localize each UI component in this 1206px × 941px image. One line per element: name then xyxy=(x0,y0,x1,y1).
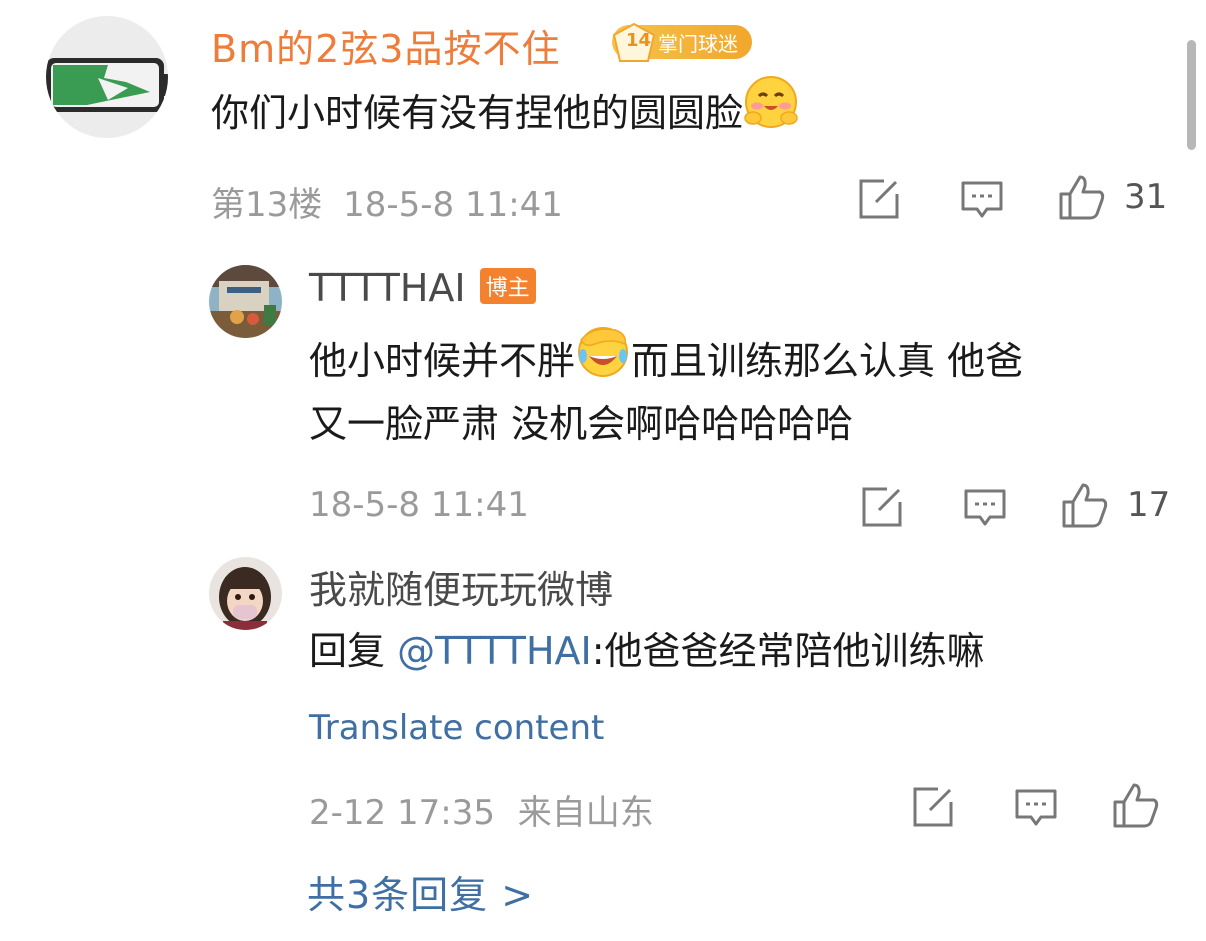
reply-text-part1: 他小时候并不胖 xyxy=(309,339,576,383)
share-edit-icon xyxy=(859,179,899,219)
reply-username-text: TTTTHAI xyxy=(309,266,466,310)
reply-like-button[interactable]: 17 xyxy=(1061,482,1170,528)
reply-datetime: 18-5-8 11:41 xyxy=(309,485,529,525)
reply-username[interactable]: TTTTHAI 博主 xyxy=(309,266,536,310)
reply2-username[interactable]: 我就随便玩玩微博 xyxy=(309,559,613,614)
like-count: 31 xyxy=(1124,177,1168,217)
reply2-datetime: 2-12 17:35 xyxy=(309,793,495,833)
comment-username[interactable]: Bm的2弦3品按不住 xyxy=(211,18,560,73)
reply-text-line2-content: 又一脸严肃 没机会啊哈哈哈哈哈 xyxy=(309,402,854,446)
reply-like-count: 17 xyxy=(1127,485,1171,525)
comment-bubble-icon xyxy=(1015,789,1057,826)
facepalm-laugh-emoji-icon xyxy=(575,322,631,397)
reply2-like-button[interactable] xyxy=(1112,782,1160,828)
reply-repost-button[interactable] xyxy=(861,486,903,528)
reply2-text-content: :他爸爸经常陪他训练嘛 xyxy=(591,629,985,673)
reply2-comment-button[interactable] xyxy=(1014,788,1058,828)
thumbs-up-icon xyxy=(1062,483,1108,528)
comment-meta: 第13楼 18-5-8 11:41 xyxy=(211,177,563,226)
reply-comment-button[interactable] xyxy=(963,488,1007,528)
reply2-repost-button[interactable] xyxy=(912,786,954,828)
reply2-location: 来自山东 xyxy=(517,793,654,833)
mention-link[interactable]: @TTTTHAI xyxy=(397,629,592,673)
comment-bubble-icon xyxy=(961,181,1003,218)
reply-meta: 18-5-8 11:41 xyxy=(309,485,529,525)
reply2-text: 回复 @TTTTHAI:他爸爸经常陪他训练嘛 xyxy=(309,619,985,683)
share-edit-icon xyxy=(913,787,953,827)
fan-level-number: 14 xyxy=(626,30,652,51)
avatar-replier[interactable] xyxy=(209,557,282,630)
floor-number: 第13楼 xyxy=(211,185,323,225)
reply-text-part2: 而且训练那么认真 他爸 xyxy=(631,339,1024,383)
reply-prefix: 回复 xyxy=(309,629,398,673)
comment-text: 你们小时候有没有捏他的圆圆脸 xyxy=(211,76,799,153)
fan-level-badge[interactable]: 14 掌门球迷 xyxy=(612,23,752,62)
comment-bubble-icon xyxy=(964,489,1006,526)
reply2-meta: 2-12 17:35 来自山东 xyxy=(309,785,654,834)
blogger-badge: 博主 xyxy=(479,267,536,304)
comment-button[interactable] xyxy=(960,180,1004,220)
avatar-blogger[interactable] xyxy=(209,265,282,338)
share-edit-icon xyxy=(862,487,902,527)
reply-text-line2: 又一脸严肃 没机会啊哈哈哈哈哈 xyxy=(309,392,853,456)
comment-text-content: 你们小时候有没有捏他的圆圆脸 xyxy=(211,91,744,135)
reply-text: 他小时候并不胖 而且训练那么认真 他爸 xyxy=(309,326,1023,401)
avatar-commenter[interactable] xyxy=(46,16,168,138)
battery-avatar-icon xyxy=(46,58,168,112)
more-replies-link[interactable]: 共3条回复 > xyxy=(307,864,534,919)
scrollbar[interactable] xyxy=(1187,40,1196,150)
photo-avatar-icon xyxy=(209,265,282,338)
repost-button[interactable] xyxy=(858,178,900,220)
like-button[interactable]: 31 xyxy=(1058,174,1167,220)
thumbs-up-icon xyxy=(1113,783,1159,828)
comment-datetime: 18-5-8 11:41 xyxy=(343,185,563,225)
thumbs-up-icon xyxy=(1059,175,1105,220)
fan-badge-label: 掌门球迷 xyxy=(658,31,738,56)
girl-photo-avatar-icon xyxy=(209,557,282,630)
translate-link[interactable]: Translate content xyxy=(309,708,604,748)
blush-hands-emoji-icon xyxy=(743,74,799,149)
